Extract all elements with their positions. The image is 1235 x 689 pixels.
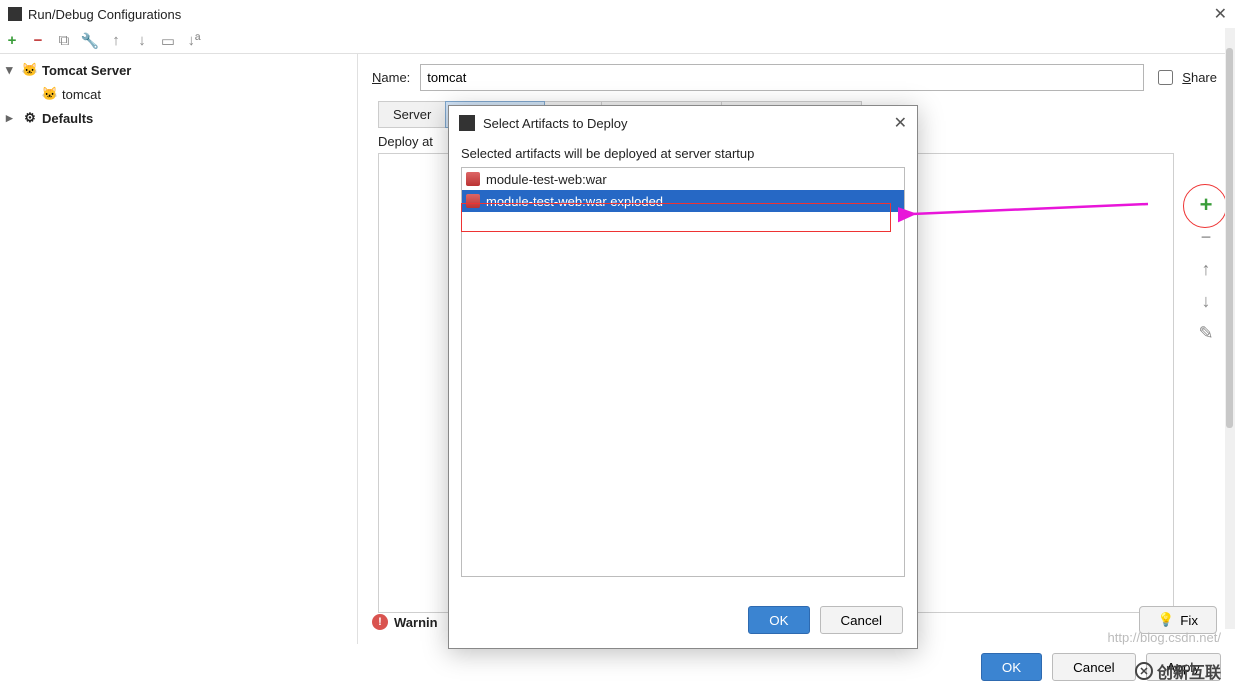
- tree-defaults[interactable]: ▸ ⚙ Defaults: [0, 106, 357, 130]
- remove-config-icon[interactable]: −: [30, 33, 46, 49]
- folder-icon[interactable]: ▭: [160, 33, 176, 49]
- dialog-ok-button[interactable]: OK: [748, 606, 809, 634]
- chevron-right-icon[interactable]: ▸: [6, 110, 18, 126]
- move-down-icon[interactable]: ↓: [134, 33, 150, 49]
- app-icon: [8, 7, 22, 21]
- select-artifacts-dialog: Select Artifacts to Deploy ✕ Selected ar…: [448, 105, 918, 649]
- warning-message: ! Warnin: [372, 614, 438, 630]
- main-cancel-button[interactable]: Cancel: [1052, 653, 1136, 681]
- dialog-close-icon[interactable]: ✕: [894, 113, 907, 133]
- artifact-item-selected[interactable]: module-test-web:war exploded: [462, 190, 904, 212]
- config-name-input[interactable]: [420, 64, 1144, 91]
- remove-artifact-icon[interactable]: −: [1195, 226, 1217, 248]
- artifact-label: module-test-web:war: [486, 172, 607, 187]
- tree-label: Defaults: [42, 111, 93, 126]
- window-close-icon[interactable]: ✕: [1214, 4, 1227, 24]
- scrollbar-thumb[interactable]: [1226, 48, 1233, 428]
- config-tree: ▾ 🐱 Tomcat Server 🐱 tomcat ▸ ⚙ Defaults: [0, 54, 358, 644]
- artifact-list[interactable]: module-test-web:war module-test-web:war …: [461, 167, 905, 577]
- dialog-cancel-button[interactable]: Cancel: [820, 606, 904, 634]
- artifact-up-icon[interactable]: ↑: [1195, 258, 1217, 280]
- tree-label: Tomcat Server: [42, 63, 131, 78]
- tree-tomcat-server[interactable]: ▾ 🐱 Tomcat Server: [0, 58, 357, 82]
- copy-config-icon[interactable]: ⧉: [56, 33, 72, 49]
- tab-server[interactable]: Server: [378, 101, 446, 128]
- dialog-hint: Selected artifacts will be deployed at s…: [461, 146, 905, 161]
- titlebar: Run/Debug Configurations ✕: [0, 0, 1235, 28]
- move-up-icon[interactable]: ↑: [108, 33, 124, 49]
- artifact-down-icon[interactable]: ↓: [1195, 290, 1217, 312]
- add-artifact-icon[interactable]: +: [1195, 194, 1217, 216]
- artifact-icon: [466, 194, 480, 208]
- deploy-side-toolbar: + − ↑ ↓ ✎: [1195, 194, 1217, 344]
- tree-label: tomcat: [62, 87, 101, 102]
- artifact-item[interactable]: module-test-web:war: [462, 168, 904, 190]
- lightbulb-icon: 💡: [1158, 612, 1175, 628]
- artifact-icon: [466, 172, 480, 186]
- window-title: Run/Debug Configurations: [28, 7, 181, 22]
- config-toolbar: + − ⧉ 🔧 ↑ ↓ ▭ ↓ª: [0, 28, 1235, 54]
- share-checkbox[interactable]: Share: [1154, 67, 1217, 88]
- edit-defaults-icon[interactable]: 🔧: [82, 33, 98, 49]
- dialog-title: Select Artifacts to Deploy: [483, 116, 628, 131]
- share-checkbox-input[interactable]: [1158, 70, 1173, 85]
- tomcat-icon: 🐱: [42, 86, 58, 102]
- main-ok-button[interactable]: OK: [981, 653, 1042, 681]
- defaults-icon: ⚙: [22, 110, 38, 126]
- watermark-text: http://blog.csdn.net/: [1108, 630, 1221, 645]
- sort-icon[interactable]: ↓ª: [186, 33, 202, 49]
- vertical-scrollbar[interactable]: [1225, 28, 1235, 629]
- chevron-down-icon[interactable]: ▾: [6, 62, 18, 78]
- brand-logo: ✕创新互联: [1135, 659, 1221, 683]
- add-config-icon[interactable]: +: [4, 33, 20, 49]
- dialog-icon: [459, 115, 475, 131]
- tomcat-server-icon: 🐱: [22, 62, 38, 78]
- tree-tomcat-instance[interactable]: 🐱 tomcat: [0, 82, 357, 106]
- artifact-label: module-test-web:war exploded: [486, 194, 663, 209]
- artifact-edit-icon[interactable]: ✎: [1195, 322, 1217, 344]
- warning-icon: !: [372, 614, 388, 630]
- name-label: Name:: [372, 70, 410, 85]
